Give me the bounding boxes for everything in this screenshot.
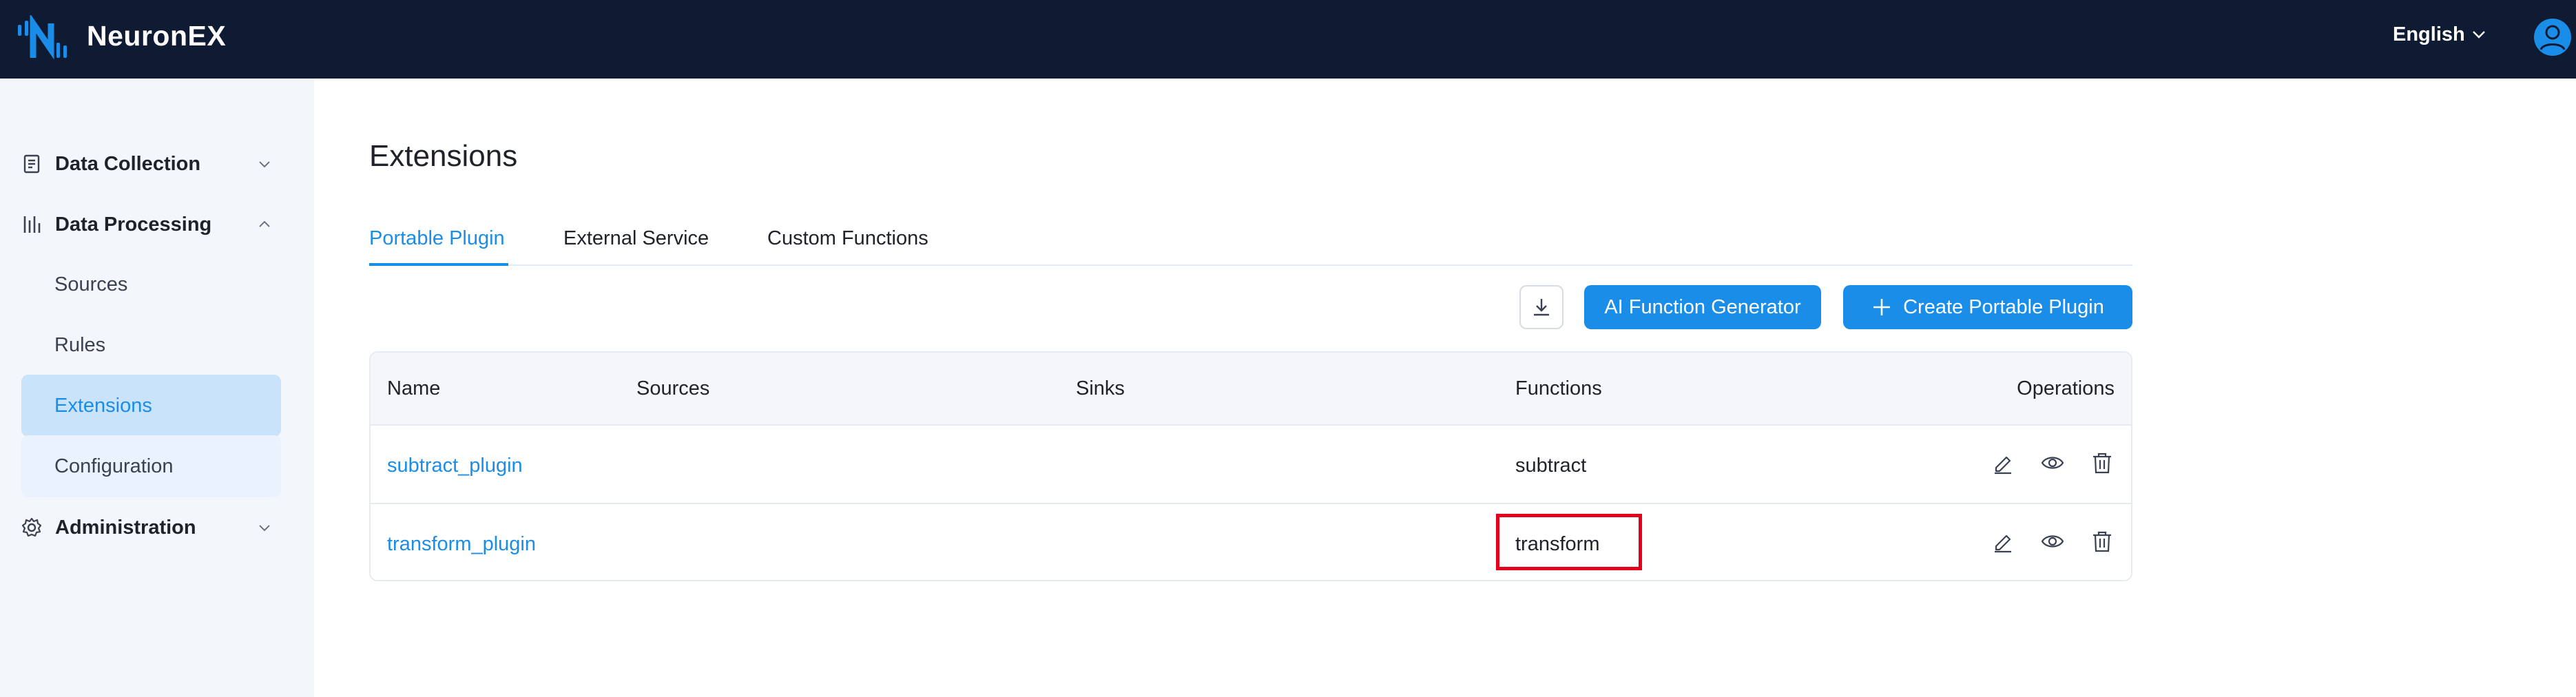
chevron-down-icon	[259, 525, 270, 532]
tab-label: Custom Functions	[767, 227, 928, 249]
button-label: Create Portable Plugin	[1903, 295, 2104, 318]
column-header-sinks: Sinks	[1076, 377, 1125, 399]
gear-icon	[21, 517, 43, 539]
edit-button[interactable]	[1991, 529, 2015, 554]
sidebar-group-label: Data Processing	[55, 213, 212, 236]
tab-label: Portable Plugin	[369, 227, 505, 249]
edit-button[interactable]	[1991, 450, 2015, 475]
view-button[interactable]	[2040, 450, 2065, 475]
plus-icon	[1873, 299, 1891, 315]
eye-icon	[2041, 535, 2064, 548]
column-header-sources: Sources	[636, 377, 710, 399]
ai-function-generator-button[interactable]: AI Function Generator	[1584, 285, 1821, 329]
delete-button[interactable]	[2090, 450, 2115, 475]
chevron-down-icon	[2472, 31, 2485, 39]
row-operations	[1991, 529, 2115, 554]
sidebar-item-label: Configuration	[54, 455, 174, 477]
button-label: AI Function Generator	[1604, 295, 1801, 318]
delete-button[interactable]	[2090, 529, 2115, 554]
column-header-operations: Operations	[2017, 377, 2115, 399]
neuronex-logo-icon	[18, 15, 67, 60]
chevron-down-icon	[259, 161, 270, 168]
table-row: transform_plugin transform	[371, 504, 2131, 580]
download-icon	[1534, 299, 1549, 316]
sidebar-group-data-collection[interactable]: Data Collection	[21, 139, 281, 189]
trash-icon	[2093, 531, 2111, 552]
table-header: Name Sources Sinks Functions Operations	[371, 353, 2131, 426]
tab-external-service[interactable]: External Service	[563, 225, 709, 252]
language-selector[interactable]: English	[2393, 21, 2487, 48]
tab-portable-plugin[interactable]: Portable Plugin	[369, 225, 505, 252]
row-operations	[1991, 450, 2115, 475]
column-header-name: Name	[387, 377, 441, 399]
sidebar-item-configuration[interactable]: Configuration	[21, 435, 281, 497]
tab-custom-functions[interactable]: Custom Functions	[767, 225, 928, 252]
plugins-table: Name Sources Sinks Functions Operations …	[369, 351, 2132, 581]
create-portable-plugin-button[interactable]: Create Portable Plugin	[1843, 285, 2132, 329]
sidebar-group-data-processing[interactable]: Data Processing	[21, 200, 281, 249]
user-avatar-icon[interactable]	[2532, 17, 2573, 58]
data-collection-icon	[21, 153, 43, 175]
chevron-up-icon	[259, 220, 270, 227]
sidebar-item-sources[interactable]: Sources	[21, 253, 281, 315]
brand-name: NeuronEX	[87, 20, 227, 52]
active-tab-indicator	[369, 263, 508, 266]
sidebar-group-administration[interactable]: Administration	[21, 503, 281, 552]
edit-icon	[1995, 534, 2011, 553]
sidebar-item-rules[interactable]: Rules	[21, 314, 281, 376]
top-header: NeuronEX English	[0, 0, 2576, 79]
plugin-name-link[interactable]: transform_plugin	[387, 530, 536, 558]
sidebar-item-extensions[interactable]: Extensions	[21, 375, 281, 437]
plugin-functions: transform	[1515, 533, 1600, 555]
sidebar-item-label: Extensions	[54, 394, 152, 417]
language-label: English	[2393, 23, 2465, 45]
sidebar-group-label: Administration	[55, 516, 196, 539]
sidebar-item-label: Rules	[54, 333, 106, 356]
page-title: Extensions	[369, 139, 518, 173]
data-processing-icon	[21, 214, 43, 236]
tab-bar: Portable Plugin External Service Custom …	[369, 218, 2132, 266]
eye-icon	[2041, 457, 2064, 469]
tab-label: External Service	[563, 227, 709, 249]
plugin-functions: subtract	[1515, 455, 1587, 477]
edit-icon	[1995, 456, 2011, 475]
neuronex-logo[interactable]	[15, 15, 79, 63]
plugin-name-link[interactable]: subtract_plugin	[387, 452, 523, 479]
download-button[interactable]	[1519, 285, 1564, 329]
trash-icon	[2093, 452, 2111, 474]
sidebar-item-label: Sources	[54, 273, 128, 295]
view-button[interactable]	[2040, 529, 2065, 554]
sidebar-group-label: Data Collection	[55, 152, 201, 175]
table-row: subtract_plugin subtract	[371, 426, 2131, 504]
column-header-functions: Functions	[1515, 377, 1602, 399]
sidebar: Data Collection Data Processing Sources …	[0, 79, 314, 697]
